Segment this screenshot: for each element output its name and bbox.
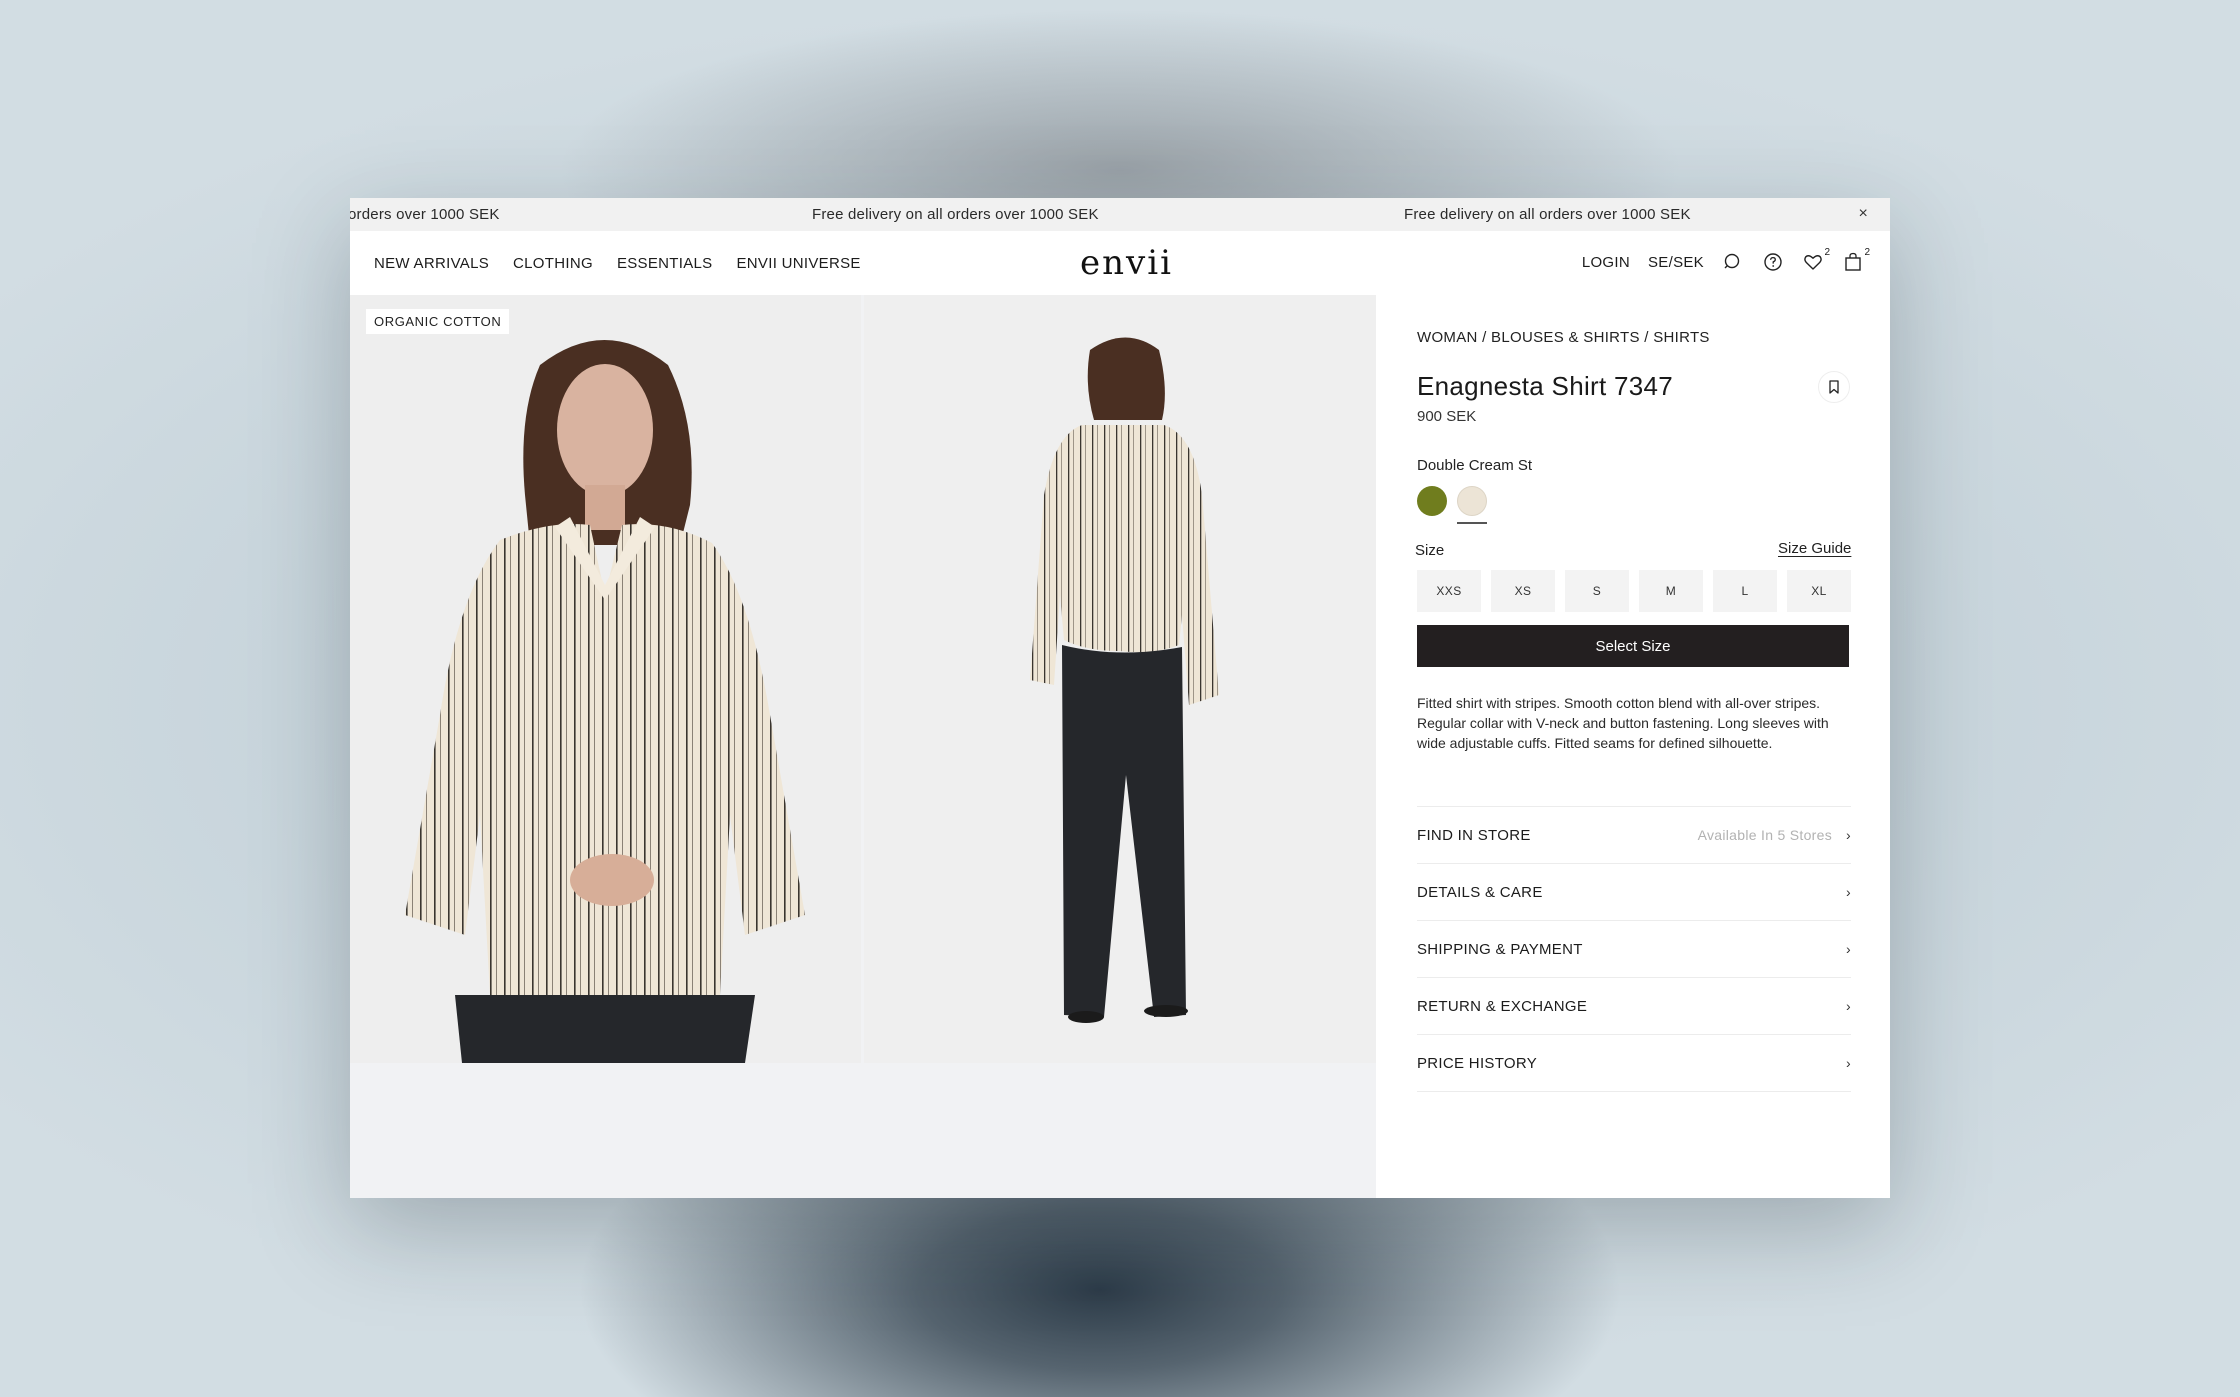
size-label: Size	[1415, 542, 1445, 559]
store-availability: Available In 5 Stores	[1697, 827, 1833, 843]
product-price: 900 SEK	[1417, 408, 1477, 425]
product-gallery: ORGANIC COTTON	[350, 295, 1376, 1198]
accordion-label: SHIPPING & PAYMENT	[1417, 940, 1583, 958]
bookmark-button[interactable]	[1818, 371, 1850, 403]
organic-cotton-tag: ORGANIC COTTON	[366, 309, 510, 334]
bookmark-icon	[1829, 380, 1839, 394]
product-image-back[interactable]	[864, 295, 1376, 1063]
main-nav: NEW ARRIVALS CLOTHING ESSENTIALS ENVII U…	[374, 255, 861, 272]
wishlist-icon[interactable]: 2	[1802, 247, 1830, 273]
size-option-l[interactable]: L	[1713, 570, 1777, 612]
chevron-right-icon: ›	[1846, 884, 1851, 900]
size-option-xs[interactable]: XS	[1491, 570, 1555, 612]
help-icon[interactable]	[1762, 251, 1784, 273]
accordion-price-history[interactable]: PRICE HISTORY ›	[1417, 1035, 1851, 1092]
search-icon[interactable]	[1722, 251, 1744, 273]
cart-count: 2	[1864, 247, 1870, 258]
cart-icon[interactable]: 2	[1842, 247, 1870, 273]
accordion-details-care[interactable]: DETAILS & CARE ›	[1417, 864, 1851, 921]
close-icon[interactable]: ×	[1858, 205, 1868, 223]
accordion-label: RETURN & EXCHANGE	[1417, 997, 1588, 1015]
product-description: Fitted shirt with stripes. Smooth cotton…	[1417, 695, 1829, 751]
product-details: WOMAN / BLOUSES & SHIRTS / SHIRTS Enagne…	[1376, 295, 1890, 1198]
size-options: XXS XS S M L XL	[1417, 570, 1851, 612]
accordion-label: PRICE HISTORY	[1417, 1054, 1538, 1072]
chevron-right-icon: ›	[1846, 827, 1851, 843]
info-accordion: FIND IN STORE Available In 5 Stores › DE…	[1417, 806, 1851, 1092]
selected-swatch-indicator	[1457, 522, 1487, 524]
select-size-button[interactable]: Select Size	[1417, 625, 1849, 667]
chevron-right-icon: ›	[1846, 1055, 1851, 1071]
size-option-m[interactable]: M	[1639, 570, 1703, 612]
product-title: Enagnesta Shirt 7347	[1417, 371, 1674, 401]
size-option-s[interactable]: S	[1565, 570, 1629, 612]
product-image-front[interactable]: ORGANIC COTTON	[350, 295, 861, 1063]
size-option-xl[interactable]: XL	[1787, 570, 1851, 612]
size-guide-link[interactable]: Size Guide	[1778, 540, 1851, 557]
chevron-right-icon: ›	[1846, 998, 1851, 1014]
announcement-message: Free delivery on all orders over 1000 SE…	[812, 206, 1099, 223]
nav-essentials[interactable]: ESSENTIALS	[617, 255, 713, 272]
nav-envii-universe[interactable]: ENVII UNIVERSE	[736, 255, 860, 272]
accordion-label: DETAILS & CARE	[1417, 883, 1543, 901]
brand-logo[interactable]: envii	[1080, 243, 1173, 283]
accordion-find-in-store[interactable]: FIND IN STORE Available In 5 Stores ›	[1417, 807, 1851, 864]
size-option-xxs[interactable]: XXS	[1417, 570, 1481, 612]
color-swatch-green[interactable]	[1417, 486, 1447, 516]
locale-selector[interactable]: SE/SEK	[1648, 254, 1704, 271]
announcement-message: orders over 1000 SEK	[350, 206, 500, 223]
nav-new-arrivals[interactable]: NEW ARRIVALS	[374, 255, 489, 272]
accordion-return-exchange[interactable]: RETURN & EXCHANGE ›	[1417, 978, 1851, 1035]
selected-color-name: Double Cream St	[1417, 457, 1533, 474]
wishlist-count: 2	[1824, 247, 1830, 258]
login-link[interactable]: LOGIN	[1582, 254, 1630, 271]
nav-clothing[interactable]: CLOTHING	[513, 255, 593, 272]
breadcrumb[interactable]: WOMAN / BLOUSES & SHIRTS / SHIRTS	[1417, 329, 1710, 346]
accordion-label: FIND IN STORE	[1417, 826, 1531, 844]
color-swatch-double-cream[interactable]	[1457, 486, 1487, 516]
chevron-right-icon: ›	[1846, 941, 1851, 957]
site-header: NEW ARRIVALS CLOTHING ESSENTIALS ENVII U…	[350, 231, 1890, 295]
announcement-message: Free delivery on all orders over 1000 SE…	[1404, 206, 1691, 223]
announcement-bar: orders over 1000 SEK Free delivery on al…	[350, 198, 1890, 231]
accordion-shipping-payment[interactable]: SHIPPING & PAYMENT ›	[1417, 921, 1851, 978]
browser-window: orders over 1000 SEK Free delivery on al…	[350, 198, 1890, 1198]
header-actions: LOGIN SE/SEK 2 2	[1582, 247, 1870, 273]
